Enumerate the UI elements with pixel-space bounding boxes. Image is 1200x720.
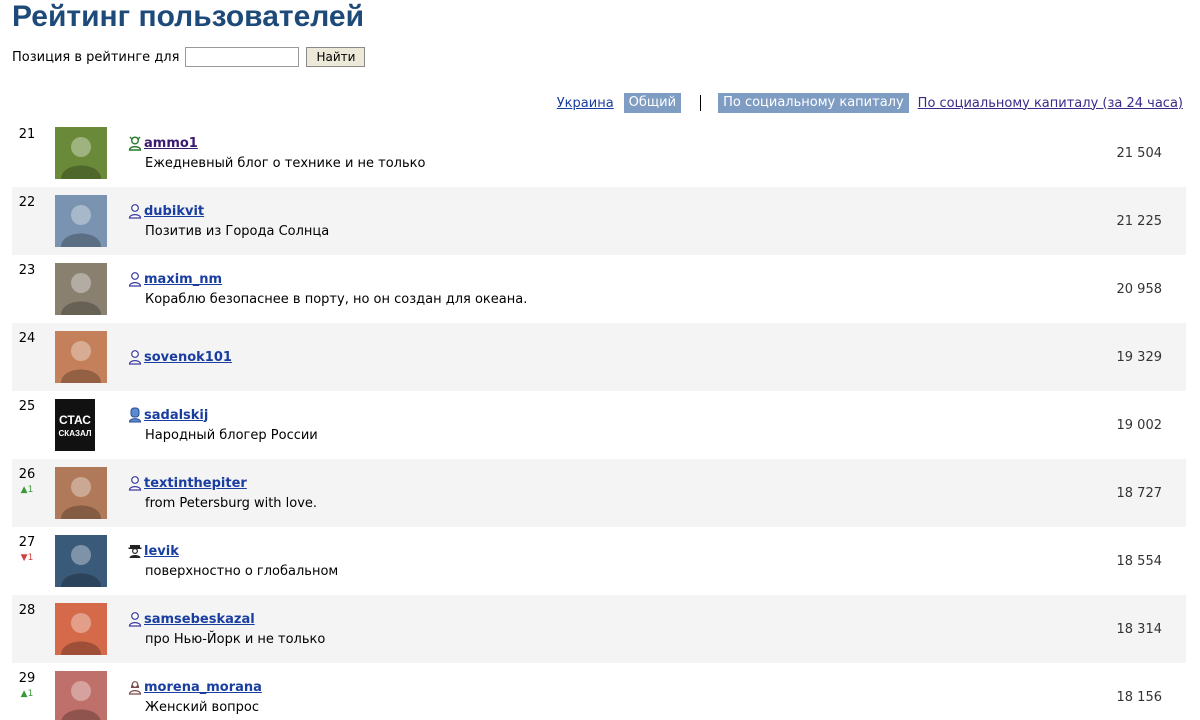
rank-number: 22: [18, 195, 36, 210]
rank-number: 23: [18, 263, 36, 278]
user-icon[interactable]: [127, 475, 143, 491]
avatar-subtext: СКАЗАЛ: [58, 429, 92, 438]
filter-divider: [700, 95, 702, 111]
username-block: sadalskij: [127, 407, 208, 423]
rank-number: 28: [18, 603, 36, 618]
avatar[interactable]: [55, 535, 107, 587]
username-block: textinthepiter: [127, 475, 247, 491]
user-row: 29 ▲1 morena_morana Женский вопрос 18 156: [12, 663, 1186, 720]
rank-number: 27: [18, 535, 36, 550]
social-capital-score: 19 329: [1116, 350, 1163, 365]
find-button[interactable]: Найти: [306, 47, 366, 67]
avatar[interactable]: [55, 195, 107, 247]
blog-description: поверхностно о глобальном: [145, 564, 339, 579]
user-row: 23 maxim_nm Кораблю безопаснее в порту, но…: [12, 255, 1186, 323]
user-row: 26 ▲1 textinthepiter from Petersburg with l…: [12, 459, 1186, 527]
user-icon[interactable]: [127, 271, 143, 287]
username-link[interactable]: maxim_nm: [144, 272, 222, 287]
filter-general-active[interactable]: Общий: [623, 93, 682, 113]
rank-number: 26: [18, 467, 36, 482]
sort-social-capital-24h-link[interactable]: По социальному капиталу (за 24 часа): [918, 96, 1183, 111]
user-icon[interactable]: [127, 349, 143, 365]
user-row: 21 ammo1 Ежедневный блог о технике и не то…: [12, 119, 1186, 187]
avatar[interactable]: [55, 467, 107, 519]
blog-description: from Petersburg with love.: [145, 496, 318, 511]
avatar[interactable]: [55, 603, 107, 655]
user-row: 22 dubikvit Позитив из Города Солнца 21 225: [12, 187, 1186, 255]
avatar[interactable]: СТАС СКАЗАЛ: [55, 399, 95, 451]
avatar[interactable]: [55, 331, 107, 383]
avatar-photo: [61, 545, 101, 587]
hat-user-icon[interactable]: [127, 543, 143, 559]
blue-user-icon[interactable]: [127, 407, 143, 423]
avatar-photo: [61, 205, 101, 247]
blog-description: Кораблю безопаснее в порту, но он создан…: [145, 292, 528, 307]
username-block: maxim_nm: [127, 271, 222, 287]
social-capital-score: 21 504: [1116, 146, 1163, 161]
username-search-input[interactable]: [185, 47, 300, 67]
avatar-text: СТАС: [59, 413, 91, 427]
user-row: 27 ▼1 levik поверхностно о глобальном 18 554: [12, 527, 1186, 595]
rank-number: 25: [18, 399, 36, 414]
blog-description: Позитив из Города Солнца: [145, 224, 330, 239]
username-block: ammo1: [127, 135, 198, 151]
social-capital-score: 21 225: [1116, 214, 1163, 229]
page-title: Рейтинг пользователей: [12, 0, 365, 33]
blog-description: Народный блогер России: [145, 428, 318, 443]
username-link[interactable]: ammo1: [144, 136, 198, 151]
rating-search-form: Позиция в рейтинге для Найти: [12, 46, 366, 68]
rank-number: 24: [18, 331, 36, 346]
user-icon[interactable]: [127, 611, 143, 627]
social-capital-score: 20 958: [1116, 282, 1163, 297]
social-capital-score: 18 314: [1116, 622, 1163, 637]
avatar[interactable]: [55, 671, 107, 720]
social-capital-score: 18 727: [1116, 486, 1163, 501]
rank-change-up: ▲1: [20, 689, 34, 699]
username-block: levik: [127, 543, 179, 559]
username-block: dubikvit: [127, 203, 204, 219]
blog-description: Женский вопрос: [145, 700, 259, 715]
avatar-photo: [61, 613, 101, 655]
female-user-icon[interactable]: [127, 679, 143, 695]
user-rating-list: 21 ammo1 Ежедневный блог о технике и не то…: [12, 119, 1186, 720]
page: Рейтинг пользователей Позиция в рейтинге…: [0, 0, 1200, 720]
user-row: 25 СТАС СКАЗАЛ sadalskij Народный блогер Рос…: [12, 391, 1186, 459]
username-link[interactable]: samsebeskazal: [144, 612, 255, 627]
username-block: morena_morana: [127, 679, 262, 695]
avatar[interactable]: [55, 127, 107, 179]
user-row: 24 sovenok101 19 329: [12, 323, 1186, 391]
social-capital-score: 19 002: [1116, 418, 1163, 433]
filter-ukraine-link[interactable]: Украина: [557, 96, 614, 111]
social-capital-score: 18 156: [1116, 690, 1163, 705]
username-link[interactable]: sadalskij: [144, 408, 208, 423]
avatar[interactable]: [55, 263, 107, 315]
rating-filters: Украина Общий По социальному капиталу По…: [557, 93, 1183, 113]
username-link[interactable]: levik: [144, 544, 179, 559]
avatar-photo: [61, 477, 101, 519]
avatar-photo: [61, 681, 101, 720]
user-icon[interactable]: [127, 203, 143, 219]
username-link[interactable]: morena_morana: [144, 680, 262, 695]
search-label: Позиция в рейтинге для: [12, 49, 180, 65]
username-link[interactable]: sovenok101: [144, 350, 232, 365]
rank-change-down: ▼1: [20, 553, 34, 563]
avatar-photo: [61, 137, 101, 179]
blog-description: про Нью-Йорк и не только: [145, 632, 326, 647]
rank-number: 21: [18, 127, 36, 142]
rank-number: 29: [18, 671, 36, 686]
crown-user-icon[interactable]: [127, 135, 143, 151]
avatar-photo: [61, 273, 101, 315]
username-block: sovenok101: [127, 349, 232, 365]
blog-description: Ежедневный блог о технике и не только: [145, 156, 426, 171]
avatar-photo: [61, 341, 101, 383]
sort-social-capital-active[interactable]: По социальному капиталу: [718, 93, 909, 113]
user-row: 28 samsebeskazal про Нью-Йорк и не только 1…: [12, 595, 1186, 663]
username-link[interactable]: dubikvit: [144, 204, 204, 219]
username-block: samsebeskazal: [127, 611, 255, 627]
username-link[interactable]: textinthepiter: [144, 476, 247, 491]
social-capital-score: 18 554: [1116, 554, 1163, 569]
rank-change-up: ▲1: [20, 485, 34, 495]
